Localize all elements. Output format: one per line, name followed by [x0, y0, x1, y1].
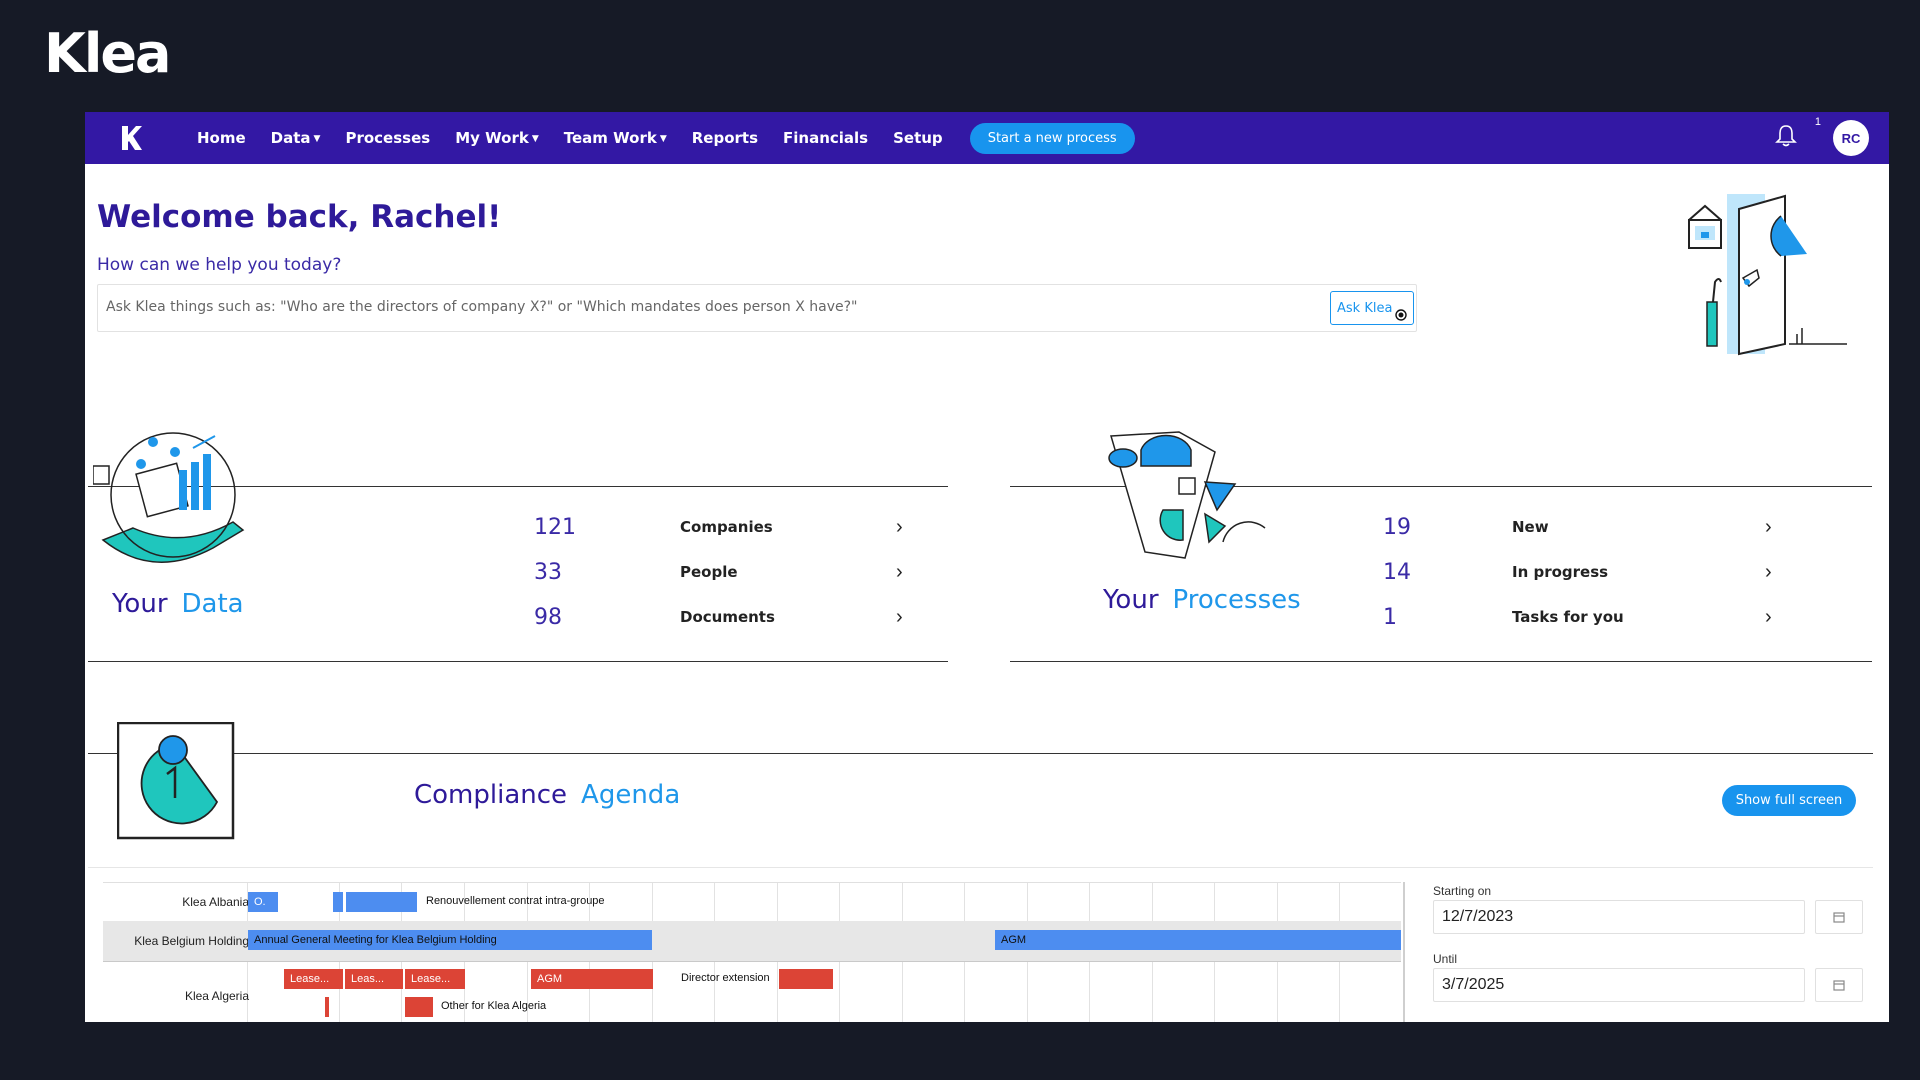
nav-data[interactable]: Data ▼ — [271, 129, 321, 147]
gantt-row: Klea Algeria Lease... Leas... Lease... A… — [103, 961, 1401, 1022]
compliance-agenda-label: Compliance Agenda — [414, 780, 681, 810]
divider — [88, 661, 948, 662]
top-navbar: Home Data ▼ Processes My Work ▼ Team Work ▼… — [85, 112, 1889, 164]
stat-tasks-row[interactable]: 1 Tasks for you › — [1383, 602, 1772, 632]
welcome-door-illustration — [1688, 194, 1847, 356]
ask-klea-input[interactable] — [98, 285, 1344, 329]
cursor-icon — [1395, 309, 1407, 321]
gantt-bar[interactable] — [333, 892, 343, 912]
notification-count: 1 — [1814, 115, 1821, 128]
show-full-screen-button[interactable]: Show full screen — [1722, 785, 1856, 816]
nav-reports[interactable]: Reports — [692, 129, 758, 147]
gantt-bar[interactable] — [779, 969, 833, 989]
your-data-label: Your Data — [112, 589, 244, 619]
caret-down-icon: ▼ — [659, 133, 667, 144]
nav-team-work[interactable]: Team Work ▼ — [564, 129, 667, 147]
stat-new-row[interactable]: 19 New › — [1383, 512, 1772, 542]
nav-my-work[interactable]: My Work ▼ — [455, 129, 539, 147]
bell-icon[interactable]: 1 — [1775, 116, 1821, 153]
ask-klea-box: Ask Klea — [97, 284, 1417, 332]
until-input[interactable] — [1433, 968, 1805, 1002]
gantt-bar[interactable]: AGM — [531, 969, 653, 989]
app-window: Home Data ▼ Processes My Work ▼ Team Work ▼… — [85, 112, 1889, 1022]
compliance-gantt: Klea Albania O. Renouvellement contrat i… — [103, 882, 1401, 1022]
stat-companies-row[interactable]: 121 Companies › — [534, 512, 903, 542]
stat-documents-row[interactable]: 98 Documents › — [534, 602, 903, 632]
klea-logo-icon[interactable] — [105, 112, 157, 164]
stat-people-row[interactable]: 33 People › — [534, 557, 903, 587]
gantt-bar[interactable]: Leas... — [345, 969, 403, 989]
divider — [88, 867, 1873, 868]
compliance-agenda-illustration — [117, 722, 235, 840]
welcome-title: Welcome back, Rachel! — [97, 199, 502, 235]
stat-in-progress-label: In progress — [1512, 563, 1609, 581]
stat-in-progress-row[interactable]: 14 In progress › — [1383, 557, 1772, 587]
nav-financials[interactable]: Financials — [783, 129, 868, 147]
your-data-illustration — [93, 432, 245, 563]
gantt-bar[interactable] — [325, 997, 329, 1017]
stat-documents-value: 98 — [534, 604, 562, 630]
chevron-right-icon[interactable]: › — [1765, 516, 1772, 539]
chevron-right-icon[interactable]: › — [1765, 606, 1772, 629]
gantt-bar[interactable] — [346, 892, 417, 912]
your-processes-label: Your Processes — [1103, 585, 1301, 615]
divider — [88, 753, 1873, 754]
gantt-event-label: Other for Klea Algeria — [441, 1000, 547, 1012]
starting-on-label: Starting on — [1433, 884, 1492, 898]
stat-people-label: People — [680, 563, 738, 581]
stat-documents-label: Documents — [680, 608, 775, 626]
divider — [1010, 661, 1872, 662]
brand-logo: Klea — [44, 22, 171, 85]
starting-on-input[interactable] — [1433, 900, 1805, 934]
caret-down-icon: ▼ — [313, 133, 321, 144]
stat-tasks-value: 1 — [1383, 604, 1397, 630]
chevron-right-icon[interactable]: › — [896, 561, 903, 584]
gantt-bar[interactable]: AGM — [995, 930, 1401, 950]
gantt-event-label: Renouvellement contrat intra-groupe — [426, 895, 605, 907]
gantt-scrollbar[interactable] — [1403, 882, 1405, 1022]
chevron-right-icon[interactable]: › — [1765, 561, 1772, 584]
nav-home[interactable]: Home — [197, 129, 246, 147]
gantt-row: Klea Belgium Holding Annual General Meet… — [103, 921, 1401, 962]
ask-klea-button[interactable]: Ask Klea — [1330, 291, 1414, 325]
stat-companies-label: Companies — [680, 518, 773, 536]
gantt-bar[interactable]: Annual General Meeting for Klea Belgium … — [248, 930, 652, 950]
stat-tasks-label: Tasks for you — [1512, 608, 1624, 626]
your-processes-illustration — [1108, 431, 1266, 559]
gantt-row-label: Klea Belgium Holding — [134, 934, 249, 948]
nav-menu: Home Data ▼ Processes My Work ▼ Team Work ▼… — [197, 122, 1135, 154]
stat-in-progress-value: 14 — [1383, 559, 1411, 585]
until-label: Until — [1433, 952, 1458, 966]
gantt-event-label: Director extension — [681, 972, 770, 984]
gantt-bar[interactable]: Lease... — [405, 969, 465, 989]
stat-people-value: 33 — [534, 559, 562, 585]
gantt-row-label: Klea Albania — [182, 895, 249, 909]
nav-right-group: 1 RC — [1775, 112, 1869, 164]
caret-down-icon: ▼ — [531, 133, 539, 144]
stat-companies-value: 121 — [534, 514, 576, 540]
user-avatar[interactable]: RC — [1833, 120, 1869, 156]
chevron-right-icon[interactable]: › — [896, 516, 903, 539]
gantt-bar[interactable]: Lease... — [284, 969, 343, 989]
gantt-row: Klea Albania O. Renouvellement contrat i… — [103, 883, 1401, 922]
gantt-bar[interactable] — [405, 997, 433, 1017]
welcome-subtitle: How can we help you today? — [97, 255, 342, 275]
start-new-process-button[interactable]: Start a new process — [969, 122, 1135, 154]
stat-new-label: New — [1512, 518, 1549, 536]
gantt-bar[interactable]: O. — [248, 892, 278, 912]
calendar-icon[interactable] — [1815, 900, 1863, 934]
chevron-right-icon[interactable]: › — [896, 606, 903, 629]
gantt-row-label: Klea Algeria — [184, 989, 249, 1003]
stat-new-value: 19 — [1383, 514, 1411, 540]
nav-processes[interactable]: Processes — [345, 129, 430, 147]
nav-setup[interactable]: Setup — [893, 129, 943, 147]
calendar-icon[interactable] — [1815, 968, 1863, 1002]
